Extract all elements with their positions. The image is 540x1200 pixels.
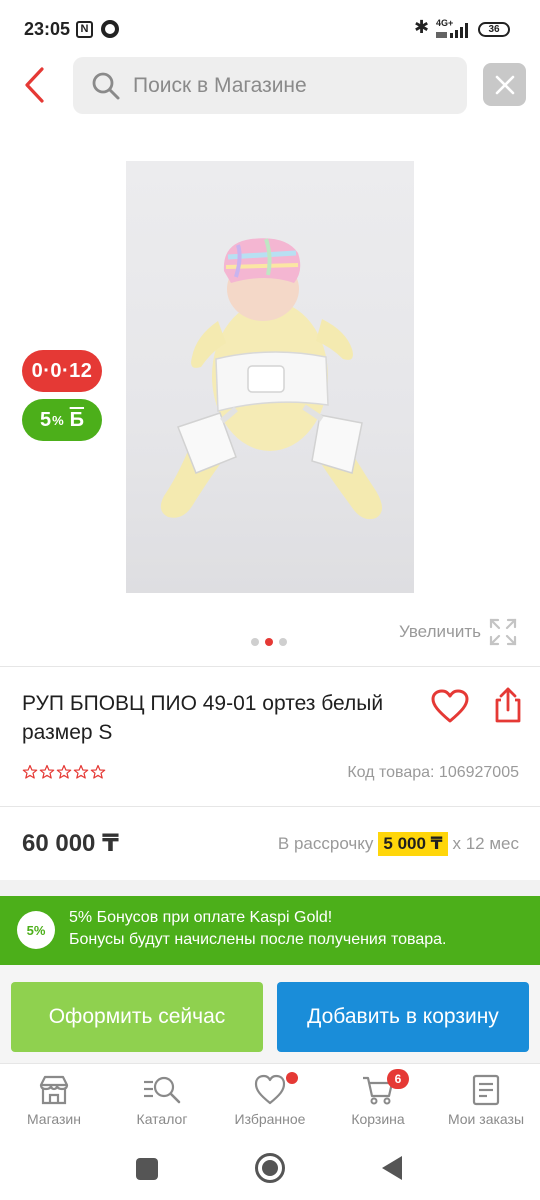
bonus-badge-percent: %	[52, 412, 64, 428]
bottom-navigation: Магазин Каталог Избранное 6 Корзина Мои …	[0, 1063, 540, 1137]
gallery-pagination	[251, 638, 287, 646]
bonus-banner-subtitle: Бонусы будут начислены после получения т…	[69, 931, 447, 948]
product-image[interactable]	[126, 161, 414, 593]
search-input[interactable]	[133, 73, 443, 98]
gallery-dot[interactable]	[279, 638, 287, 646]
favorites-indicator-dot	[286, 1072, 298, 1084]
bluetooth-icon: ✱	[414, 17, 430, 37]
installment-amount: 5 000 ₸	[378, 832, 448, 856]
bonus-banner-title: 5% Бонусов при оплате Kaspi Gold!	[69, 909, 333, 926]
bonus-badge: 5% Б	[22, 399, 102, 441]
catalog-icon	[144, 1076, 181, 1104]
heart-icon	[254, 1074, 286, 1105]
installment-info: В рассрочку 5 000 ₸ x 12 мес	[278, 832, 519, 856]
bonus-badge-value: 5	[39, 408, 52, 431]
signal-icon: 4G+	[436, 18, 472, 40]
star-outline-icon	[22, 764, 38, 779]
installment-prefix: В рассрочку	[277, 834, 374, 853]
bonus-badge-currency: Б	[69, 408, 85, 431]
divider	[0, 806, 540, 807]
shop-icon	[39, 1075, 69, 1105]
status-bar: 23:05 N ✱ 4G+ 36	[0, 0, 540, 60]
home-button[interactable]	[255, 1153, 285, 1183]
nav-item-catalog[interactable]: Каталог	[108, 1064, 216, 1138]
cart-count-badge: 6	[387, 1069, 409, 1089]
header	[0, 56, 540, 116]
expand-icon	[489, 618, 517, 646]
orders-icon	[472, 1074, 500, 1106]
ring-notification-icon	[101, 20, 119, 38]
system-back-button[interactable]	[382, 1156, 402, 1180]
add-to-cart-button[interactable]: Добавить в корзину	[277, 982, 529, 1052]
rating-stars[interactable]	[22, 764, 106, 780]
recent-apps-button[interactable]	[136, 1158, 158, 1180]
share-icon	[495, 687, 521, 723]
section-separator	[0, 880, 540, 896]
star-outline-icon	[56, 764, 72, 779]
zoom-button[interactable]: Увеличить	[399, 618, 517, 646]
star-outline-icon	[90, 764, 106, 779]
product-title: РУП БПОВЦ ПИО 49-01 ортез белый размер S	[22, 692, 384, 744]
bonus-percent-icon: 5%	[17, 911, 55, 949]
star-outline-icon	[73, 764, 89, 779]
nav-label: Избранное	[234, 1111, 306, 1127]
chevron-left-icon	[25, 67, 44, 103]
nav-label: Мои заказы	[447, 1111, 525, 1127]
nav-item-cart[interactable]: 6 Корзина	[324, 1064, 432, 1138]
search-icon	[92, 72, 120, 99]
bonus-banner[interactable]: 5% 5% Бонусов при оплате Kaspi Gold! Бон…	[0, 896, 540, 965]
installment-suffix: x 12 мес	[452, 834, 520, 853]
close-icon	[495, 75, 514, 94]
installment-badge: 0·0·12	[22, 350, 102, 392]
gallery-dot[interactable]	[251, 638, 259, 646]
nfc-icon: N	[76, 21, 93, 38]
nav-label: Каталог	[136, 1111, 188, 1127]
divider	[0, 666, 540, 667]
nav-item-orders[interactable]: Мои заказы	[432, 1064, 540, 1138]
buy-now-button[interactable]: Оформить сейчас	[11, 982, 263, 1052]
search-box[interactable]	[73, 57, 467, 114]
nav-item-shop[interactable]: Магазин	[0, 1064, 108, 1138]
star-outline-icon	[39, 764, 55, 779]
share-button[interactable]	[492, 686, 524, 724]
action-bar: Оформить сейчас Добавить в корзину	[0, 965, 540, 1063]
zoom-label: Увеличить	[399, 622, 481, 641]
heart-icon	[431, 689, 469, 723]
nav-item-favorites[interactable]: Избранное	[216, 1064, 324, 1138]
product-price: 60 000 ₸	[22, 830, 119, 857]
gallery-dot-active[interactable]	[265, 638, 273, 646]
close-button[interactable]	[483, 63, 526, 106]
product-code: Код товара: 106927005	[347, 764, 519, 781]
battery-icon: 36	[478, 22, 510, 37]
status-time: 23:05	[24, 19, 71, 39]
nav-label: Магазин	[26, 1111, 81, 1127]
baby-orthosis-illustration	[160, 238, 382, 520]
system-navigation-bar	[0, 1137, 540, 1200]
favorite-button[interactable]	[430, 688, 470, 726]
back-button[interactable]	[14, 60, 54, 110]
nav-label: Корзина	[351, 1111, 405, 1127]
